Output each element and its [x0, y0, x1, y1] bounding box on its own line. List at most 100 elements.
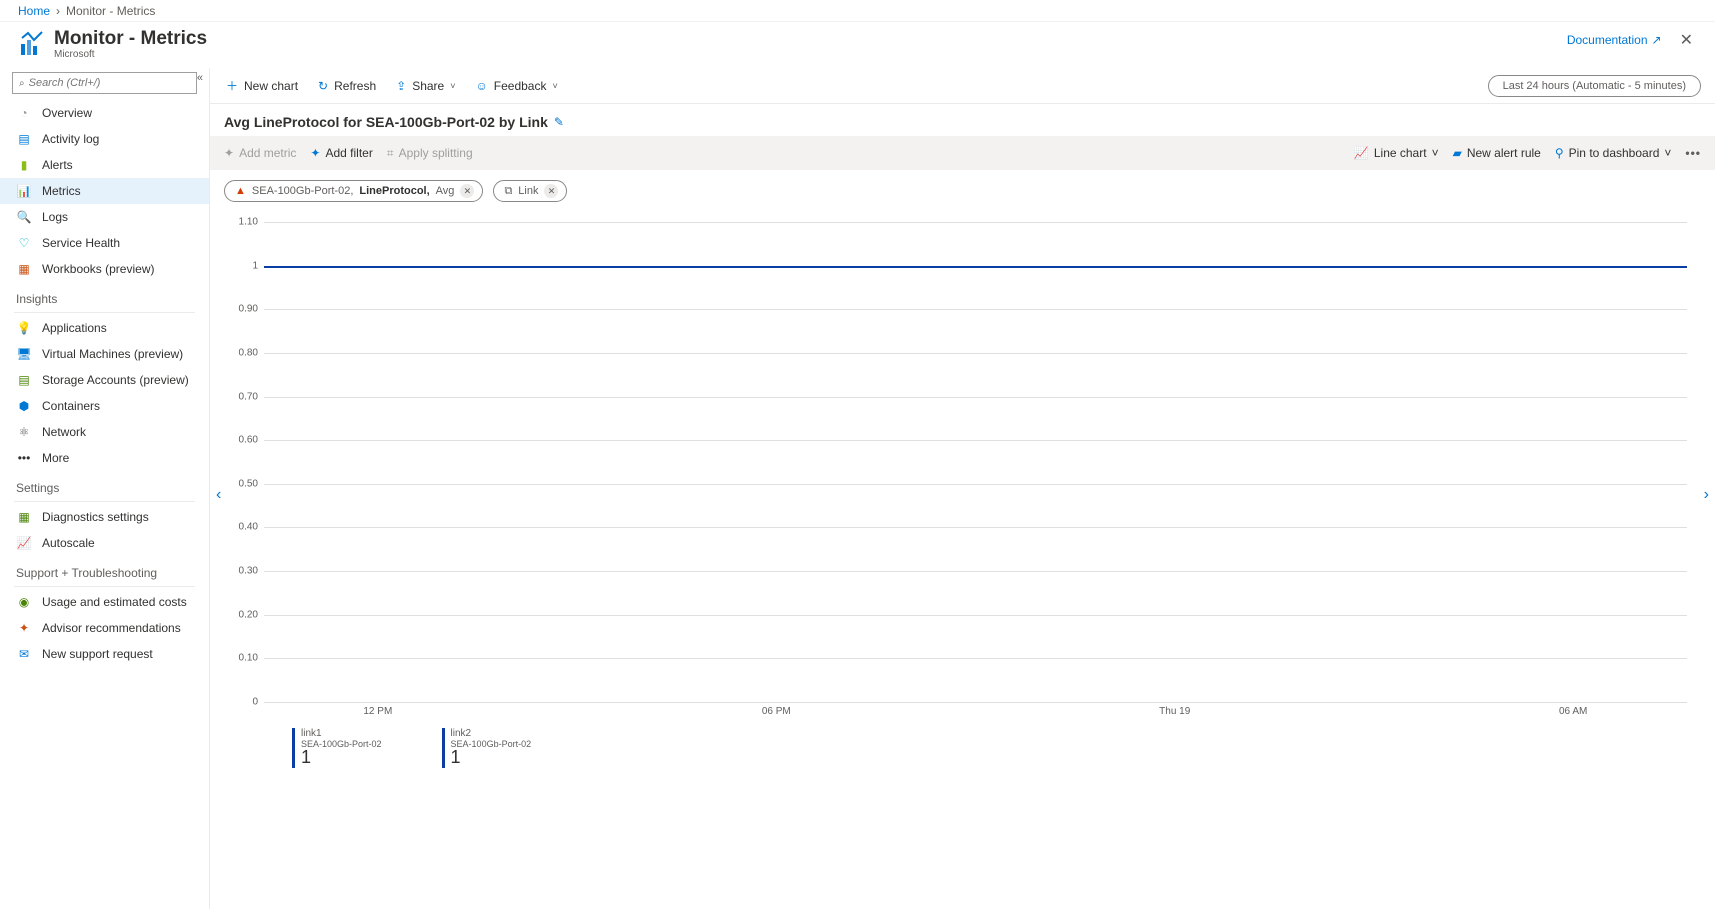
sidebar-item-label: Alerts [42, 158, 73, 172]
chart-area: ‹ › 1.1010.900.800.700.600.500.400.300.2… [210, 212, 1715, 778]
sidebar-group-insights: Insights [0, 282, 209, 310]
feedback-button[interactable]: ☺ Feedback ˅ [474, 75, 560, 97]
main-toolbar: ＋ New chart ↻ Refresh ⇪ Share ˅ ☺ Feedba… [210, 68, 1715, 104]
pin-dashboard-button[interactable]: ⚲ Pin to dashboard ˅ [1555, 146, 1672, 160]
sidebar-item-virtual-machines-preview-[interactable]: 🖥Virtual Machines (preview) [0, 341, 209, 367]
sidebar-group-support: Support + Troubleshooting [0, 556, 209, 584]
legend-series-name: link1 [301, 728, 382, 739]
xtick-label: 06 PM [762, 706, 791, 717]
share-button[interactable]: ⇪ Share ˅ [394, 75, 457, 97]
sidebar-item-label: Advisor recommendations [42, 621, 181, 635]
smile-icon: ☺ [476, 79, 488, 93]
sidebar-item-applications[interactable]: 💡 Applications [0, 315, 209, 341]
sidebar: « ⌕ ◔Overview▤Activity log ▮ Alerts 📊Metric… [0, 68, 210, 909]
sidebar-item-service-health[interactable]: ♡Service Health [0, 230, 209, 256]
more-icon: ••• [16, 450, 32, 466]
sidebar-item-label: New support request [42, 647, 153, 661]
new-alert-button[interactable]: ▰ New alert rule [1453, 146, 1541, 160]
add-filter-button[interactable]: ✦ Add filter [310, 146, 372, 160]
apps-icon: 💡 [16, 320, 32, 336]
sidebar-item-label: Diagnostics settings [42, 510, 149, 524]
breadcrumb-separator: › [56, 4, 60, 18]
warning-icon: ▲ [235, 185, 246, 197]
time-range-picker[interactable]: Last 24 hours (Automatic - 5 minutes) [1488, 75, 1701, 97]
overview-icon: ◔ [16, 105, 32, 121]
alerts-icon: ▮ [16, 157, 32, 173]
sidebar-item-advisor-recommendations[interactable]: ✦Advisor recommendations [0, 615, 209, 641]
gridline [264, 397, 1687, 398]
gridline [264, 702, 1687, 703]
chart-xaxis: 12 PM 06 PM Thu 19 06 AM [264, 706, 1687, 722]
ytick-label: 0.30 [239, 566, 264, 577]
share-icon: ⇪ [396, 79, 406, 93]
search-input[interactable] [29, 77, 190, 89]
refresh-button[interactable]: ↻ Refresh [316, 75, 378, 97]
sidebar-item-more[interactable]: ••• More [0, 445, 209, 471]
xtick-label: 06 AM [1559, 706, 1587, 717]
ytick-label: 0.10 [239, 653, 264, 664]
new-chart-button[interactable]: ＋ New chart [224, 73, 300, 98]
legend-series-value: 1 [451, 747, 532, 768]
sidebar-item-label: Applications [42, 321, 107, 335]
sidebar-item-network[interactable]: ⚛ Network [0, 419, 209, 445]
split-icon: ⧉ [504, 185, 512, 198]
add-metric-button[interactable]: ✦ Add metric [224, 146, 296, 160]
sidebar-item-storage-accounts-preview-[interactable]: ▤Storage Accounts (preview) [0, 367, 209, 393]
edit-title-button[interactable]: ✎ [554, 115, 564, 129]
apply-splitting-button[interactable]: ⌗ Apply splitting [387, 146, 473, 161]
ytick-label: 0.40 [239, 522, 264, 533]
chart-plot[interactable]: 1.1010.900.800.700.600.500.400.300.200.1… [264, 222, 1687, 702]
split-pill[interactable]: ⧉ Link ✕ [493, 180, 567, 202]
more-options-button[interactable]: ••• [1685, 146, 1701, 160]
logs-icon: 🔍 [16, 209, 32, 225]
network-icon: ⚛ [16, 424, 32, 440]
split-icon: ⌗ [387, 146, 394, 161]
chart-type-button[interactable]: 📈 Line chart ˅ [1354, 146, 1439, 160]
sidebar-item-workbooks-preview-[interactable]: ▦Workbooks (preview) [0, 256, 209, 282]
chart-prev-button[interactable]: ‹ [216, 486, 221, 504]
ytick-label: 1 [252, 260, 264, 271]
page-header: Monitor - Metrics Microsoft Documentatio… [0, 22, 1715, 68]
chevron-down-icon: ˅ [450, 81, 455, 91]
sidebar-item-diagnostics-settings[interactable]: ▦Diagnostics settings [0, 504, 209, 530]
sidebar-item-metrics[interactable]: 📊Metrics [0, 178, 209, 204]
sidebar-item-logs[interactable]: 🔍Logs [0, 204, 209, 230]
remove-pill-button[interactable]: ✕ [544, 184, 558, 198]
sidebar-item-overview[interactable]: ◔Overview [0, 100, 209, 126]
sidebar-item-new-support-request[interactable]: ✉ New support request [0, 641, 209, 667]
close-button[interactable]: ✕ [1676, 30, 1697, 50]
remove-pill-button[interactable]: ✕ [460, 184, 474, 198]
sidebar-item-usage-and-estimated-costs[interactable]: ◉Usage and estimated costs [0, 589, 209, 615]
legend-item[interactable]: link1SEA-100Gb-Port-021 [292, 728, 382, 768]
sidebar-item-containers[interactable]: ⬢Containers [0, 393, 209, 419]
xtick-label: 12 PM [363, 706, 392, 717]
sidebar-item-alerts[interactable]: ▮ Alerts [0, 152, 209, 178]
sidebar-item-label: Network [42, 425, 86, 439]
sidebar-item-label: Storage Accounts (preview) [42, 373, 189, 387]
chart-next-button[interactable]: › [1704, 486, 1709, 504]
chevron-down-icon: ˅ [1664, 146, 1671, 160]
metric-pill[interactable]: ▲ SEA-100Gb-Port-02, LineProtocol, Avg ✕ [224, 180, 483, 202]
search-box[interactable]: ⌕ [12, 72, 197, 94]
collapse-sidebar-button[interactable]: « [197, 72, 203, 84]
ytick-label: 0.60 [239, 435, 264, 446]
ytick-label: 1.10 [239, 217, 264, 228]
chart-legend: link1SEA-100Gb-Port-021link2SEA-100Gb-Po… [238, 722, 1687, 768]
documentation-link[interactable]: Documentation ↗ [1567, 33, 1662, 47]
gridline [264, 222, 1687, 223]
ticket-icon: ✉ [16, 646, 32, 662]
gridline [264, 571, 1687, 572]
sidebar-item-label: Containers [42, 399, 100, 413]
sidebar-item-label: Activity log [42, 132, 99, 146]
sidebar-group-settings: Settings [0, 471, 209, 499]
breadcrumb-home[interactable]: Home [18, 4, 50, 18]
sidebar-item-activity-log[interactable]: ▤Activity log [0, 126, 209, 152]
breadcrumb-current: Monitor - Metrics [66, 4, 155, 18]
xtick-label: Thu 19 [1159, 706, 1190, 717]
chevron-down-icon: ˅ [1432, 146, 1439, 160]
legend-item[interactable]: link2SEA-100Gb-Port-021 [442, 728, 532, 768]
sidebar-item-label: More [42, 451, 69, 465]
sidebar-item-autoscale[interactable]: 📈Autoscale [0, 530, 209, 556]
legend-series-resource: SEA-100Gb-Port-02 [301, 739, 382, 749]
sparkle-icon: ✦ [224, 146, 234, 160]
